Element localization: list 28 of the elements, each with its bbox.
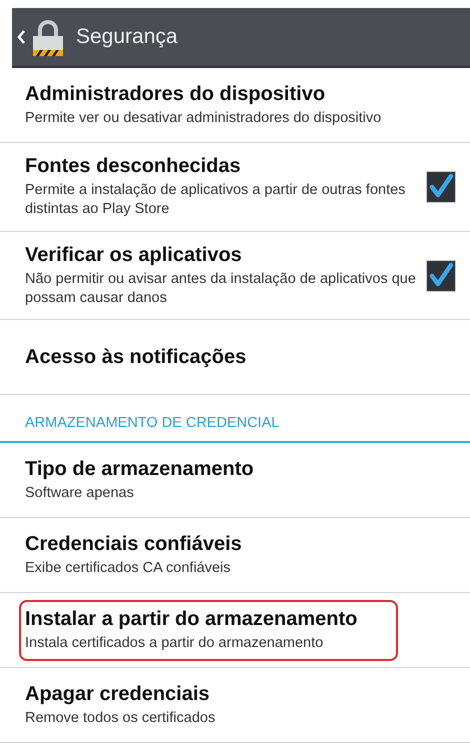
item-title: Tipo de armazenamento	[25, 458, 255, 481]
settings-item[interactable]: Credenciais confiáveis Exibe certificados CA confiáveis	[0, 518, 470, 594]
item-title: Verificar os aplicativos	[25, 244, 243, 267]
item-subtitle: Permite a instalação de aplicativos a partir de outras fontes distintas ao Play Store	[25, 181, 406, 219]
settings-item[interactable]: Tipo de armazenamento Software apenas	[0, 443, 470, 518]
item-title: Fontes desconhecidas	[25, 155, 242, 178]
settings-item[interactable]: Fontes desconhecidas Permite a instalação de aplicativos a partir de outras fontes distintas ao Play Store	[0, 143, 470, 232]
item-title: Apagar credenciais	[25, 682, 211, 706]
item-subtitle: Remove todos os certificados	[25, 708, 216, 728]
settings-item[interactable]: Verificar os aplicativos Não permitir ou avisar antes da instalação de aplicativos que possam causar danos	[0, 232, 470, 320]
item-title: Instalar a partir do armazenamento	[25, 608, 358, 631]
settings-item[interactable]: Apagar credenciais Remove todos os certificados	[0, 668, 470, 744]
item-subtitle: Exibe certificados CA confiáveis	[25, 558, 232, 578]
section-header: ARMAZENAMENTO DE CREDENCIAL	[0, 395, 470, 444]
settings-item[interactable]: Instalar a partir do armazenamento Instala certificados a partir do armazenamento	[0, 593, 470, 668]
item-title: Administradores do dispositivo	[25, 82, 326, 106]
back-icon	[16, 29, 26, 45]
item-subtitle: Instala certificados a partir do armazenamento	[25, 634, 324, 653]
item-subtitle: Não permitir ou avisar antes da instalação de aplicativos que possam causar danos	[25, 270, 416, 308]
checkbox[interactable]	[426, 170, 456, 203]
item-subtitle: Permite ver ou desativar administradores do dispositivo	[25, 108, 382, 128]
settings-item[interactable]: Administradores do dispositivo Permite ver ou desativar administradores do dispositivo	[0, 68, 470, 143]
checkbox[interactable]	[426, 260, 456, 292]
item-subtitle: Software apenas	[25, 484, 135, 503]
item-title: Acesso às notificações	[25, 346, 248, 369]
item-title: Credenciais confiáveis	[25, 532, 243, 556]
screen-title: Segurança	[76, 25, 178, 49]
settings-item[interactable]: Acesso às notificações	[0, 320, 470, 396]
